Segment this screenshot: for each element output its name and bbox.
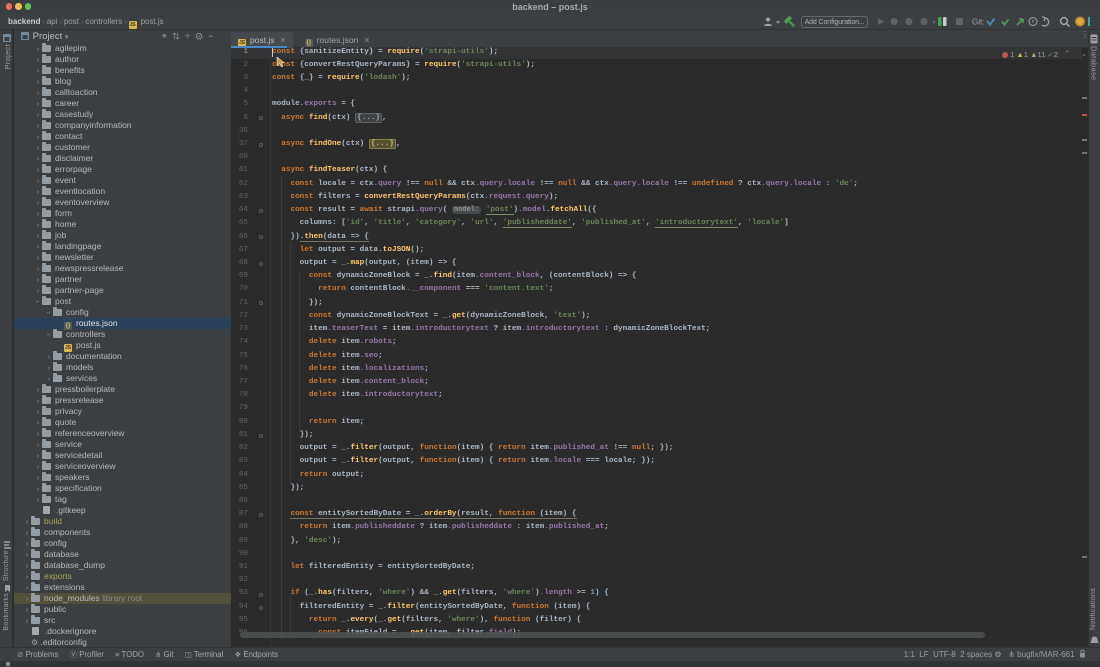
svg-text:Git:: Git: bbox=[972, 18, 984, 27]
